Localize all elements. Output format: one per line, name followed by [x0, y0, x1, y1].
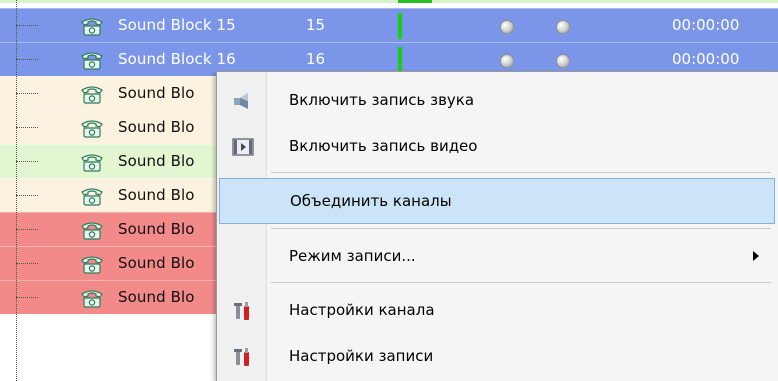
channel-time: 00:00:00 — [672, 50, 740, 68]
tree-connector — [16, 161, 38, 162]
channel-name: Sound Blo — [118, 186, 195, 204]
menu-item-label: Настройки записи — [289, 347, 434, 365]
phone-icon — [81, 52, 103, 70]
film-icon — [232, 138, 254, 156]
menu-item-label: Настройки канала — [289, 301, 435, 319]
status-dot — [556, 20, 570, 34]
channel-number: 16 — [306, 50, 326, 68]
tree-connector — [16, 127, 38, 128]
tree-connector — [16, 297, 38, 298]
context-menu: Включить запись звука Включить запись ви… — [216, 71, 778, 381]
menu-item-recording-mode[interactable]: Режим записи... — [217, 234, 777, 280]
speaker-icon — [234, 93, 248, 109]
previous-row-fill — [0, 0, 778, 3]
tree-connector — [16, 229, 38, 230]
settings-tools-icon — [234, 302, 249, 320]
channel-name: Sound Blo — [118, 254, 195, 272]
menu-separator — [271, 228, 771, 229]
channel-name: Sound Blo — [118, 118, 195, 136]
phone-icon — [81, 290, 103, 308]
table-row[interactable]: Sound Block 15 15 00:00:00 — [0, 8, 778, 42]
tree-connector — [16, 263, 38, 264]
settings-tools-icon — [234, 348, 249, 366]
status-dot — [556, 54, 570, 68]
audio-level-meter — [398, 13, 402, 39]
menu-item-recording-settings[interactable]: Настройки записи — [217, 334, 777, 380]
tree-guide-line — [16, 0, 17, 381]
menu-separator — [271, 282, 771, 283]
menu-item-label: Режим записи... — [289, 247, 416, 265]
tree-connector — [16, 59, 38, 60]
previous-row-edge — [0, 0, 778, 8]
channel-name: Sound Blo — [118, 220, 195, 238]
channel-name: Sound Block 15 — [118, 16, 236, 34]
status-dot — [500, 20, 514, 34]
menu-item-merge-channels[interactable]: Объединить каналы — [219, 178, 775, 224]
channel-name: Sound Block 16 — [118, 50, 236, 68]
channel-name: Sound Blo — [118, 288, 195, 306]
phone-icon — [81, 18, 103, 36]
status-dot — [500, 54, 514, 68]
previous-level-meter — [398, 0, 432, 3]
menu-item-channel-settings[interactable]: Настройки канала — [217, 288, 777, 334]
tree-connector — [16, 195, 38, 196]
phone-icon — [81, 154, 103, 172]
channel-name: Sound Blo — [118, 152, 195, 170]
menu-separator — [271, 172, 771, 173]
phone-icon — [81, 256, 103, 274]
phone-icon — [81, 222, 103, 240]
menu-item-enable-video-recording[interactable]: Включить запись видео — [217, 124, 777, 170]
submenu-arrow-icon — [753, 251, 759, 261]
phone-icon — [81, 120, 103, 138]
menu-item-label: Включить запись звука — [289, 91, 475, 109]
tree-connector — [16, 25, 38, 26]
menu-item-enable-audio-recording[interactable]: Включить запись звука — [217, 78, 777, 124]
channel-name: Sound Blo — [118, 84, 195, 102]
audio-level-meter — [398, 47, 402, 73]
phone-icon — [81, 86, 103, 104]
menu-item-label: Включить запись видео — [289, 137, 478, 155]
tree-connector — [16, 93, 38, 94]
channel-number: 15 — [306, 16, 326, 34]
channel-time: 00:00:00 — [672, 16, 740, 34]
menu-item-label: Объединить каналы — [290, 192, 452, 210]
phone-icon — [81, 188, 103, 206]
